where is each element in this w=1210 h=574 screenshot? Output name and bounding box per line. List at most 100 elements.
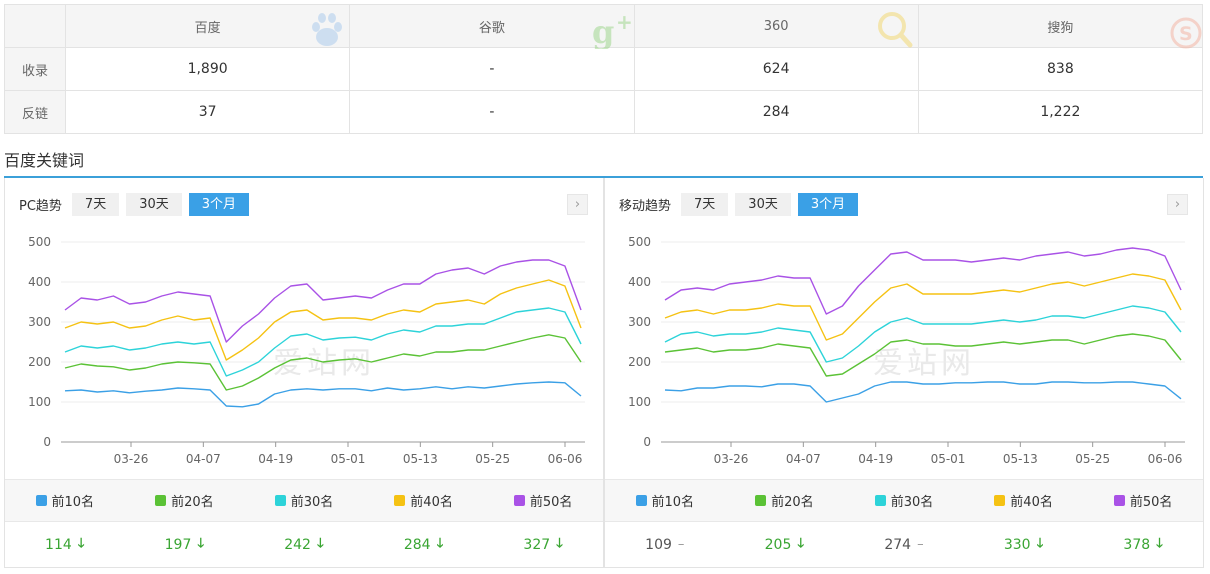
engine-name: 搜狗 (1047, 20, 1074, 36)
legend-swatch (635, 495, 647, 506)
value-row: 114 🡓 197 🡓 242 🡓 284 🡓 327 🡓 (5, 522, 603, 567)
engine-row-indexed: 收录 1,890 - 624 838 (5, 48, 1202, 91)
legend-swatch (274, 495, 286, 506)
current-value: 284 🡓 (364, 522, 484, 567)
svg-text:g: g (592, 13, 614, 49)
legend-item[interactable]: 前50名 (1083, 480, 1203, 521)
range-7d-button[interactable]: 7天 (71, 193, 120, 216)
series-line-3[interactable] (64, 307, 582, 377)
value-number: 114 (45, 536, 72, 553)
y-tick-label: 500 (628, 235, 651, 249)
y-tick-label: 100 (628, 395, 651, 409)
value-row: 109 – 205 🡓 274– 330 🡓 378 🡓 (605, 522, 1203, 567)
legend-item[interactable]: 前40名 (964, 480, 1084, 521)
legend-item[interactable]: 前30名 (844, 480, 964, 521)
legend-swatch (755, 495, 767, 506)
legend-row: 前10名 前20名 前30名 前40名 前50名 (605, 479, 1203, 522)
value-number: 274 (884, 536, 912, 553)
engine-header-sogou: 搜狗 S (919, 5, 1202, 49)
value-number: 109 (645, 536, 672, 553)
chevron-right-icon[interactable]: › (567, 194, 588, 215)
value-number: 284 (403, 536, 431, 553)
arrow-down-icon: 🡓 (1156, 535, 1163, 551)
engine-name: 百度 (194, 20, 221, 36)
range-3m-button[interactable]: 3个月 (797, 193, 859, 216)
legend-label: 前30名 (890, 495, 934, 510)
current-value: 330 🡓 (964, 522, 1084, 567)
range-30d-button[interactable]: 30天 (735, 193, 791, 216)
range-3m-button[interactable]: 3个月 (188, 193, 250, 216)
series-line-4[interactable] (664, 273, 1182, 341)
baidu-paw-icon (312, 13, 343, 46)
y-tick-label: 200 (28, 355, 51, 369)
stat-value: - (350, 91, 635, 133)
legend-item[interactable]: 前10名 (5, 480, 125, 521)
stat-value: 284 (635, 91, 919, 133)
value-number: 330 (1003, 536, 1031, 553)
dash-icon: – (917, 537, 924, 552)
x-tick-label: 05-25 (1075, 452, 1110, 466)
stat-value: 37 (66, 91, 351, 133)
legend-label: 前10名 (51, 495, 95, 510)
y-tick-label: 500 (28, 235, 51, 249)
legend-item[interactable]: 前30名 (244, 480, 364, 521)
legend-swatch (513, 495, 525, 506)
arrow-down-icon: 🡓 (436, 535, 444, 551)
series-line-1[interactable] (664, 381, 1182, 403)
legend-label: 前40名 (410, 495, 453, 510)
panel-title: PC趋势 (19, 199, 62, 214)
sogou-icon: S (1170, 17, 1202, 49)
y-tick-label: 0 (43, 435, 51, 449)
legend-swatch (1113, 495, 1125, 506)
series-line-3[interactable] (664, 305, 1182, 363)
value-number: 378 (1123, 536, 1151, 553)
current-value: 114 🡓 (5, 522, 125, 567)
engine-name: 谷歌 (478, 20, 505, 36)
engine-header-google: 谷歌 g + (350, 5, 635, 49)
current-value: 205 🡓 (725, 522, 845, 567)
x-tick-label: 05-01 (931, 452, 966, 466)
y-tick-label: 100 (28, 395, 51, 409)
legend-item[interactable]: 前10名 (605, 480, 725, 521)
svg-text:+: + (616, 10, 633, 34)
stat-value: 1,890 (66, 48, 351, 90)
arrow-down-icon: 🡓 (197, 535, 205, 551)
x-tick-label: 06-06 (548, 452, 583, 466)
legend-label: 前20名 (771, 495, 814, 510)
mobile-trend-panel: 移动趋势 7天 30天 3个月 › 爱站网 0 100 200 300 400 500 03… (604, 178, 1204, 568)
x-tick-label: 05-01 (331, 452, 366, 466)
x-tick-label: 04-19 (858, 452, 893, 466)
legend-label: 前10名 (651, 495, 695, 510)
panel-header: 移动趋势 7天 30天 3个月 (619, 193, 865, 216)
x-tick-label: 03-26 (114, 452, 149, 466)
legend-item[interactable]: 前50名 (483, 480, 603, 521)
legend-item[interactable]: 前20名 (125, 480, 245, 521)
value-number: 205 (764, 536, 792, 553)
arrow-down-icon: 🡓 (316, 535, 324, 551)
engine-header-row: 百度 谷歌 g + 360 搜狗 S (5, 5, 1202, 49)
360-search-icon (877, 12, 913, 48)
mobile-trend-chart: 0 100 200 300 400 500 03-26 04-07 04-19 05-01 05-1… (628, 235, 1185, 466)
legend-swatch (874, 495, 886, 506)
range-7d-button[interactable]: 7天 (681, 193, 729, 216)
legend-swatch (394, 495, 406, 506)
legend-item[interactable]: 前40名 (364, 480, 484, 521)
y-tick-label: 300 (628, 315, 651, 329)
current-value: 274– (844, 522, 964, 567)
chevron-right-icon[interactable]: › (1167, 194, 1188, 215)
legend-item[interactable]: 前20名 (725, 480, 845, 521)
current-value: 378 🡓 (1083, 522, 1203, 567)
engine-header-baidu: 百度 (66, 5, 351, 47)
legend-swatch (994, 495, 1006, 506)
series-line-1[interactable] (64, 381, 582, 408)
legend-swatch (155, 495, 167, 506)
current-value: 197 🡓 (125, 522, 245, 567)
series-line-5[interactable] (64, 259, 582, 343)
x-tick-label: 05-13 (1003, 452, 1038, 466)
stat-value: 624 (635, 48, 919, 90)
series-line-2[interactable] (664, 333, 1182, 377)
range-30d-button[interactable]: 30天 (126, 193, 182, 216)
value-number: 242 (284, 536, 311, 553)
legend-row: 前10名 前20名 前30名 前40名 前50名 (5, 479, 603, 522)
legend-label: 前20名 (171, 495, 214, 510)
